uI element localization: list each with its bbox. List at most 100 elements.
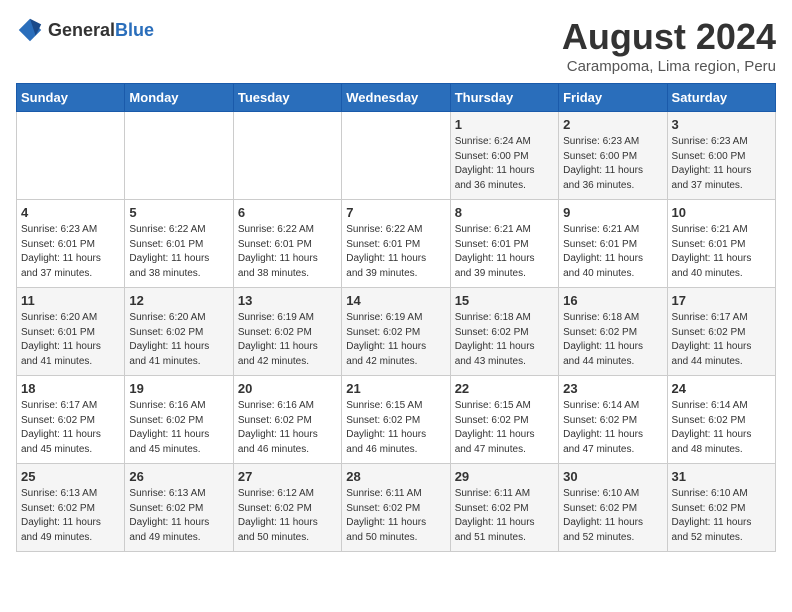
day-info: Sunrise: 6:20 AMSunset: 6:01 PMDaylight:… (21, 311, 120, 369)
header-thursday: Thursday (450, 84, 558, 112)
day-info: Sunrise: 6:11 AMSunset: 6:02 PMDaylight:… (455, 487, 554, 545)
day-number: 5 (129, 205, 228, 220)
table-row (233, 112, 341, 200)
day-info: Sunrise: 6:10 AMSunset: 6:02 PMDaylight:… (563, 487, 662, 545)
day-info: Sunrise: 6:20 AMSunset: 6:02 PMDaylight:… (129, 311, 228, 369)
day-number: 9 (563, 205, 662, 220)
calendar-week-row: 18 Sunrise: 6:17 AMSunset: 6:02 PMDayligh… (17, 376, 776, 464)
day-number: 14 (346, 293, 445, 308)
table-row: 23 Sunrise: 6:14 AMSunset: 6:02 PMDayligh… (559, 376, 667, 464)
day-number: 7 (346, 205, 445, 220)
day-number: 30 (563, 469, 662, 484)
day-info: Sunrise: 6:11 AMSunset: 6:02 PMDaylight:… (346, 487, 445, 545)
header-sunday: Sunday (17, 84, 125, 112)
page-header: GeneralBlue August 2024 Carampoma, Lima … (16, 16, 776, 75)
table-row: 25 Sunrise: 6:13 AMSunset: 6:02 PMDayligh… (17, 464, 125, 552)
day-number: 16 (563, 293, 662, 308)
table-row: 12 Sunrise: 6:20 AMSunset: 6:02 PMDayligh… (125, 288, 233, 376)
day-number: 25 (21, 469, 120, 484)
table-row: 27Sunrise: 6:12 AMSunset: 6:02 PMDayligh… (233, 464, 341, 552)
title-block: August 2024 Carampoma, Lima region, Peru (562, 16, 776, 75)
day-number: 3 (672, 117, 771, 132)
day-number: 1 (455, 117, 554, 132)
table-row: 15 Sunrise: 6:18 AMSunset: 6:02 PMDayligh… (450, 288, 558, 376)
header-wednesday: Wednesday (342, 84, 450, 112)
day-number: 28 (346, 469, 445, 484)
table-row: 20 Sunrise: 6:16 AMSunset: 6:02 PMDayligh… (233, 376, 341, 464)
logo-icon (16, 16, 44, 44)
table-row: 3 Sunrise: 6:23 AMSunset: 6:00 PMDaylight… (667, 112, 775, 200)
day-number: 26 (129, 469, 228, 484)
day-info: Sunrise: 6:23 AMSunset: 6:01 PMDaylight:… (21, 223, 120, 281)
table-row: 16 Sunrise: 6:18 AMSunset: 6:02 PMDayligh… (559, 288, 667, 376)
day-info: Sunrise: 6:14 AMSunset: 6:02 PMDaylight:… (563, 399, 662, 457)
table-row: 1 Sunrise: 6:24 AMSunset: 6:00 PMDaylight… (450, 112, 558, 200)
day-number: 29 (455, 469, 554, 484)
day-number: 31 (672, 469, 771, 484)
table-row: 14 Sunrise: 6:19 AMSunset: 6:02 PMDayligh… (342, 288, 450, 376)
table-row (125, 112, 233, 200)
day-number: 12 (129, 293, 228, 308)
day-info: Sunrise: 6:21 AMSunset: 6:01 PMDaylight:… (563, 223, 662, 281)
table-row (342, 112, 450, 200)
header-friday: Friday (559, 84, 667, 112)
day-info: Sunrise: 6:22 AMSunset: 6:01 PMDaylight:… (129, 223, 228, 281)
day-number: 4 (21, 205, 120, 220)
calendar-week-row: 11 Sunrise: 6:20 AMSunset: 6:01 PMDayligh… (17, 288, 776, 376)
table-row: 5 Sunrise: 6:22 AMSunset: 6:01 PMDaylight… (125, 200, 233, 288)
day-info: Sunrise: 6:21 AMSunset: 6:01 PMDaylight:… (672, 223, 771, 281)
day-info: Sunrise: 6:18 AMSunset: 6:02 PMDaylight:… (455, 311, 554, 369)
calendar-week-row: 4 Sunrise: 6:23 AMSunset: 6:01 PMDaylight… (17, 200, 776, 288)
table-row: 17 Sunrise: 6:17 AMSunset: 6:02 PMDayligh… (667, 288, 775, 376)
day-info: Sunrise: 6:24 AMSunset: 6:00 PMDaylight:… (455, 135, 554, 193)
day-info: Sunrise: 6:21 AMSunset: 6:01 PMDaylight:… (455, 223, 554, 281)
table-row: 10Sunrise: 6:21 AMSunset: 6:01 PMDayligh… (667, 200, 775, 288)
table-row: 28 Sunrise: 6:11 AMSunset: 6:02 PMDayligh… (342, 464, 450, 552)
day-number: 23 (563, 381, 662, 396)
table-row: 11 Sunrise: 6:20 AMSunset: 6:01 PMDayligh… (17, 288, 125, 376)
table-row: 9 Sunrise: 6:21 AMSunset: 6:01 PMDaylight… (559, 200, 667, 288)
day-number: 19 (129, 381, 228, 396)
table-row: 24Sunrise: 6:14 AMSunset: 6:02 PMDayligh… (667, 376, 775, 464)
day-number: 6 (238, 205, 337, 220)
day-number: 15 (455, 293, 554, 308)
day-number: 22 (455, 381, 554, 396)
day-info: Sunrise: 6:13 AMSunset: 6:02 PMDaylight:… (129, 487, 228, 545)
table-row: 19 Sunrise: 6:16 AMSunset: 6:02 PMDayligh… (125, 376, 233, 464)
table-row (17, 112, 125, 200)
header-monday: Monday (125, 84, 233, 112)
calendar-header-row: Sunday Monday Tuesday Wednesday Thursday… (17, 84, 776, 112)
day-info: Sunrise: 6:23 AMSunset: 6:00 PMDaylight:… (563, 135, 662, 193)
calendar-week-row: 25 Sunrise: 6:13 AMSunset: 6:02 PMDayligh… (17, 464, 776, 552)
location-subtitle: Carampoma, Lima region, Peru (562, 58, 776, 75)
day-number: 20 (238, 381, 337, 396)
day-info: Sunrise: 6:15 AMSunset: 6:02 PMDaylight:… (346, 399, 445, 457)
day-info: Sunrise: 6:22 AMSunset: 6:01 PMDaylight:… (346, 223, 445, 281)
day-info: Sunrise: 6:23 AMSunset: 6:00 PMDaylight:… (672, 135, 771, 193)
day-info: Sunrise: 6:12 AMSunset: 6:02 PMDaylight:… (238, 487, 337, 545)
day-info: Sunrise: 6:16 AMSunset: 6:02 PMDaylight:… (238, 399, 337, 457)
month-year-title: August 2024 (562, 16, 776, 58)
day-number: 11 (21, 293, 120, 308)
table-row: 30 Sunrise: 6:10 AMSunset: 6:02 PMDayligh… (559, 464, 667, 552)
day-info: Sunrise: 6:13 AMSunset: 6:02 PMDaylight:… (21, 487, 120, 545)
table-row: 7 Sunrise: 6:22 AMSunset: 6:01 PMDaylight… (342, 200, 450, 288)
table-row: 31 Sunrise: 6:10 AMSunset: 6:02 PMDayligh… (667, 464, 775, 552)
day-number: 18 (21, 381, 120, 396)
day-info: Sunrise: 6:17 AMSunset: 6:02 PMDaylight:… (672, 311, 771, 369)
day-info: Sunrise: 6:16 AMSunset: 6:02 PMDaylight:… (129, 399, 228, 457)
day-number: 8 (455, 205, 554, 220)
day-info: Sunrise: 6:19 AMSunset: 6:02 PMDaylight:… (346, 311, 445, 369)
day-info: Sunrise: 6:10 AMSunset: 6:02 PMDaylight:… (672, 487, 771, 545)
day-number: 21 (346, 381, 445, 396)
day-info: Sunrise: 6:17 AMSunset: 6:02 PMDaylight:… (21, 399, 120, 457)
day-number: 13 (238, 293, 337, 308)
day-info: Sunrise: 6:14 AMSunset: 6:02 PMDaylight:… (672, 399, 771, 457)
header-tuesday: Tuesday (233, 84, 341, 112)
logo-text: GeneralBlue (48, 20, 154, 41)
table-row: 21 Sunrise: 6:15 AMSunset: 6:02 PMDayligh… (342, 376, 450, 464)
calendar-table: Sunday Monday Tuesday Wednesday Thursday… (16, 83, 776, 552)
day-number: 17 (672, 293, 771, 308)
day-info: Sunrise: 6:15 AMSunset: 6:02 PMDaylight:… (455, 399, 554, 457)
day-info: Sunrise: 6:18 AMSunset: 6:02 PMDaylight:… (563, 311, 662, 369)
